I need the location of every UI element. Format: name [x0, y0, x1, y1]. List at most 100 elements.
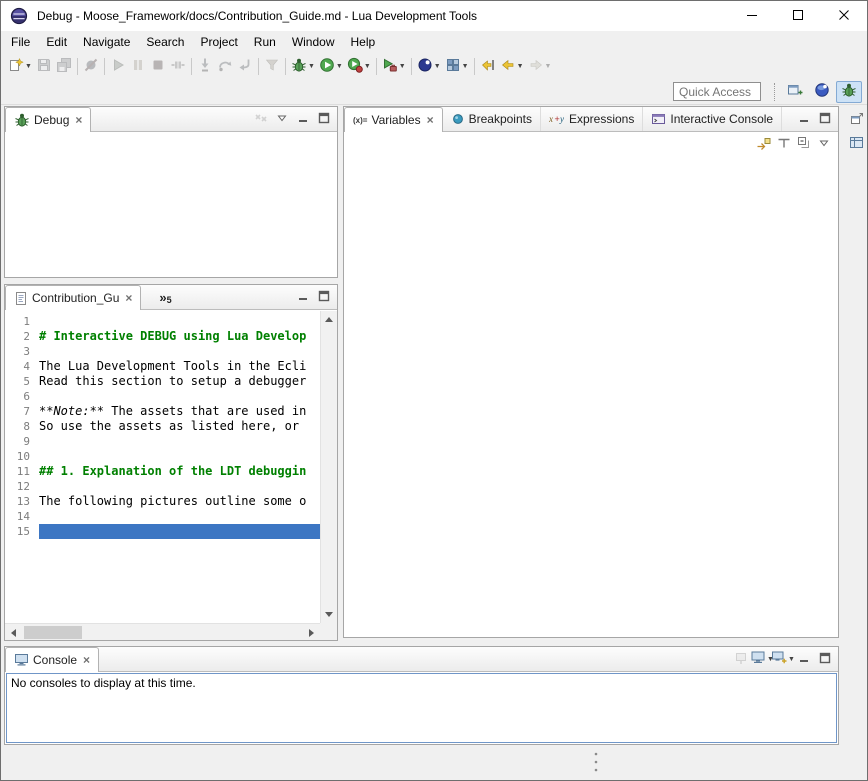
maximize-icon	[318, 290, 330, 305]
use-step-filters-icon	[264, 57, 280, 76]
tab-overflow-chevron[interactable]: » 5	[159, 285, 171, 309]
show-logical-structures-button[interactable]	[754, 134, 774, 154]
editor-text-area[interactable]: 12# Interactive DEBUG using Lua Develop3…	[5, 311, 320, 623]
tab-expressions[interactable]: x+y Expressions	[541, 107, 643, 131]
step-return-button	[235, 55, 255, 77]
lua-wizard-button[interactable]: ▼	[415, 55, 443, 77]
last-edit-location-button[interactable]	[478, 55, 498, 77]
line-text: The Lua Development Tools in the Ecli	[39, 359, 320, 374]
editor-line-9[interactable]: 9	[5, 434, 320, 449]
editor-line-3[interactable]: 3	[5, 344, 320, 359]
editor-horizontal-scrollbar[interactable]	[5, 623, 320, 640]
close-tab-icon[interactable]: ×	[75, 114, 82, 126]
menu-project[interactable]: Project	[192, 32, 245, 52]
debug-view-maximize-button[interactable]	[314, 109, 334, 129]
tab-breakpoints[interactable]: Breakpoints	[443, 107, 541, 131]
menu-search[interactable]: Search	[138, 32, 192, 52]
grip-dots-icon	[593, 763, 599, 777]
run-button[interactable]: ▼	[317, 55, 345, 77]
editor-line-4[interactable]: 4The Lua Development Tools in the Ecli	[5, 359, 320, 374]
debug-view-minimize-button[interactable]	[293, 109, 313, 129]
scroll-down-button[interactable]	[320, 606, 337, 623]
tab-debug[interactable]: Debug ×	[5, 107, 91, 132]
menu-help[interactable]: Help	[343, 32, 384, 52]
console-body[interactable]: No consoles to display at this time.	[6, 673, 837, 743]
variables-maximize-button[interactable]	[815, 109, 835, 129]
console-minimize-button[interactable]	[794, 649, 814, 669]
back-button[interactable]: ▼	[498, 55, 526, 77]
step-return-icon	[237, 57, 253, 76]
tab-interactive-console[interactable]: Interactive Console	[643, 107, 782, 131]
scroll-up-button[interactable]	[320, 311, 337, 328]
tab-contribution-guide[interactable]: Contribution_Gu ×	[5, 285, 141, 310]
external-tools-button[interactable]: ▼	[380, 55, 408, 77]
window-maximize-button[interactable]	[775, 1, 821, 31]
close-tab-icon[interactable]: ×	[83, 654, 90, 666]
editor-line-7[interactable]: 7**Note:** The assets that are used in	[5, 404, 320, 419]
tab-console[interactable]: Console ×	[5, 647, 99, 672]
editor-line-1[interactable]: 1	[5, 314, 320, 329]
editor-line-8[interactable]: 8So use the assets as listed here, or	[5, 419, 320, 434]
editor-maximize-button[interactable]	[314, 287, 334, 307]
restore-view-button[interactable]	[848, 111, 866, 129]
variables-minimize-button[interactable]	[794, 109, 814, 129]
collapse-all-button[interactable]	[794, 134, 814, 154]
toolbar-separator	[285, 58, 286, 75]
lua-grid-button[interactable]: ▼	[443, 55, 471, 77]
resume-button	[108, 55, 128, 77]
menu-run[interactable]: Run	[246, 32, 284, 52]
editor-line-11[interactable]: 11## 1. Explanation of the LDT debuggin	[5, 464, 320, 479]
editor-line-15[interactable]: 15	[5, 524, 320, 539]
display-selected-console-button[interactable]: ▼	[752, 649, 772, 669]
line-text: ## 1. Explanation of the LDT debuggin	[39, 464, 320, 479]
tab-variables[interactable]: (x)= Variables ×	[344, 107, 443, 132]
open-perspective-button[interactable]	[782, 81, 808, 103]
close-tab-icon[interactable]: ×	[427, 114, 434, 126]
menu-edit[interactable]: Edit	[38, 32, 75, 52]
resume-icon	[110, 57, 126, 76]
splitter-handle[interactable]	[593, 750, 599, 777]
new-wizard-button[interactable]: ▼	[6, 55, 34, 77]
terminate-button	[148, 55, 168, 77]
variables-view-toolbar	[344, 133, 838, 155]
main-toolbar: ▼▼▼▼▼▼▼▼▼	[1, 53, 867, 79]
lua-wizard-icon	[417, 57, 433, 76]
window-minimize-button[interactable]	[729, 1, 775, 31]
editor-vertical-scrollbar[interactable]	[320, 311, 337, 623]
editor-minimize-button[interactable]	[293, 287, 313, 307]
menu-file[interactable]: File	[3, 32, 38, 52]
menu-window[interactable]: Window	[284, 32, 343, 52]
quick-access-input[interactable]	[673, 82, 761, 101]
dropdown-arrow-icon: ▼	[336, 63, 343, 70]
scroll-right-button[interactable]	[303, 624, 320, 641]
window-close-button[interactable]	[821, 1, 867, 31]
show-type-names-button[interactable]	[774, 134, 794, 154]
editor-line-13[interactable]: 13The following pictures outline some o	[5, 494, 320, 509]
editor-line-2[interactable]: 2# Interactive DEBUG using Lua Develop	[5, 329, 320, 344]
variables-view-menu-button[interactable]	[814, 134, 834, 154]
arrow-right-icon	[309, 629, 314, 637]
editor-line-14[interactable]: 14	[5, 509, 320, 524]
console-maximize-button[interactable]	[815, 649, 835, 669]
outline-view-button[interactable]	[848, 135, 866, 153]
editor-line-12[interactable]: 12	[5, 479, 320, 494]
open-console-button[interactable]: ▼	[773, 649, 793, 669]
scroll-left-button[interactable]	[5, 624, 22, 641]
editor-line-10[interactable]: 10	[5, 449, 320, 464]
editor-line-6[interactable]: 6	[5, 389, 320, 404]
window-controls	[729, 1, 867, 31]
menu-navigate[interactable]: Navigate	[75, 32, 138, 52]
maximize-icon	[819, 652, 831, 667]
line-number: 7	[5, 404, 39, 419]
scrollbar-thumb[interactable]	[24, 626, 82, 639]
run-last-tool-button[interactable]: ▼	[345, 55, 373, 77]
line-number: 8	[5, 419, 39, 434]
pin-console-button	[731, 649, 751, 669]
debug-view-menu-button[interactable]	[272, 109, 292, 129]
lua-perspective-button[interactable]	[809, 81, 835, 103]
debug-button[interactable]: ▼	[289, 55, 317, 77]
debug-perspective-button[interactable]	[836, 81, 862, 103]
editor-line-5[interactable]: 5Read this section to setup a debugger	[5, 374, 320, 389]
close-tab-icon[interactable]: ×	[125, 292, 132, 304]
title-bar: Debug - Moose_Framework/docs/Contributio…	[1, 1, 867, 31]
